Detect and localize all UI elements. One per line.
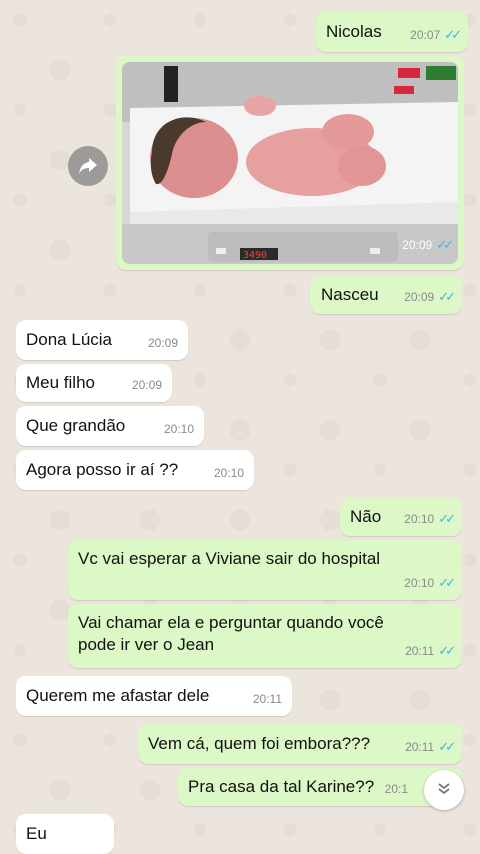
message-text: Pra casa da tal Karine?? bbox=[188, 777, 375, 796]
scroll-down-button[interactable] bbox=[424, 770, 464, 810]
message-outgoing[interactable]: Vem cá, quem foi embora??? 20:11 ✓✓ bbox=[138, 724, 462, 764]
message-time: 20:09 bbox=[147, 336, 178, 350]
message-time: 20:1 bbox=[384, 782, 408, 796]
message-outgoing[interactable]: Nasceu 20:09 ✓✓ bbox=[310, 276, 462, 314]
forward-icon bbox=[79, 158, 97, 174]
message-text: Querem me afastar dele bbox=[26, 686, 210, 705]
message-time: 20:07 ✓✓ bbox=[410, 27, 462, 42]
message-photo[interactable]: 3490 20:09 ✓✓ bbox=[116, 56, 464, 270]
message-time: 20:11 ✓✓ bbox=[405, 643, 456, 658]
message-incoming[interactable]: Meu filho 20:09 bbox=[16, 364, 172, 402]
message-incoming[interactable]: Eu bbox=[16, 814, 114, 854]
message-time: 20:10 bbox=[163, 422, 194, 436]
double-check-icon: ✓✓ bbox=[438, 643, 456, 658]
message-incoming[interactable]: Dona Lúcia 20:09 bbox=[16, 320, 188, 360]
message-outgoing[interactable]: Pra casa da tal Karine?? 20:1 bbox=[178, 768, 462, 806]
message-outgoing[interactable]: Nicolas 20:07 ✓✓ bbox=[316, 12, 468, 52]
double-check-icon: ✓✓ bbox=[444, 27, 462, 42]
message-time: 20:11 bbox=[252, 692, 282, 706]
message-incoming[interactable]: Querem me afastar dele 20:11 bbox=[16, 676, 292, 716]
message-text: Vc vai esperar a Viviane sair do hospita… bbox=[78, 549, 381, 568]
message-incoming[interactable]: Que grandão 20:10 bbox=[16, 406, 204, 446]
message-outgoing[interactable]: Vai chamar ela e perguntar quando você p… bbox=[68, 604, 462, 668]
message-outgoing[interactable]: Não 20:10 ✓✓ bbox=[340, 498, 462, 536]
scale-display: 3490 bbox=[243, 250, 267, 261]
message-time: 20:09 ✓✓ bbox=[404, 289, 456, 304]
message-text: Eu bbox=[26, 824, 47, 843]
forward-button[interactable] bbox=[68, 146, 108, 186]
message-time: 20:10 bbox=[213, 466, 244, 480]
message-time: 20:09 bbox=[131, 378, 162, 392]
double-check-icon: ✓✓ bbox=[436, 237, 454, 252]
message-outgoing[interactable]: Vc vai esperar a Viviane sair do hospita… bbox=[68, 540, 462, 600]
message-incoming[interactable]: Agora posso ir aí ?? 20:10 bbox=[16, 450, 254, 490]
double-check-icon: ✓✓ bbox=[438, 289, 456, 304]
double-check-icon: ✓✓ bbox=[438, 575, 456, 590]
double-check-icon: ✓✓ bbox=[438, 739, 456, 754]
newborn-photo[interactable]: 3490 20:09 ✓✓ bbox=[122, 62, 458, 264]
message-text: Agora posso ir aí ?? bbox=[26, 460, 179, 479]
message-time: 20:09 ✓✓ bbox=[402, 237, 454, 252]
double-check-icon: ✓✓ bbox=[438, 511, 456, 526]
message-time: 20:10 ✓✓ bbox=[404, 575, 456, 590]
message-text: Vai chamar ela e perguntar quando você p… bbox=[78, 613, 384, 654]
message-time: 20:11 ✓✓ bbox=[405, 739, 456, 754]
message-time: 20:10 ✓✓ bbox=[404, 511, 456, 526]
chevron-down-icon bbox=[436, 780, 452, 801]
